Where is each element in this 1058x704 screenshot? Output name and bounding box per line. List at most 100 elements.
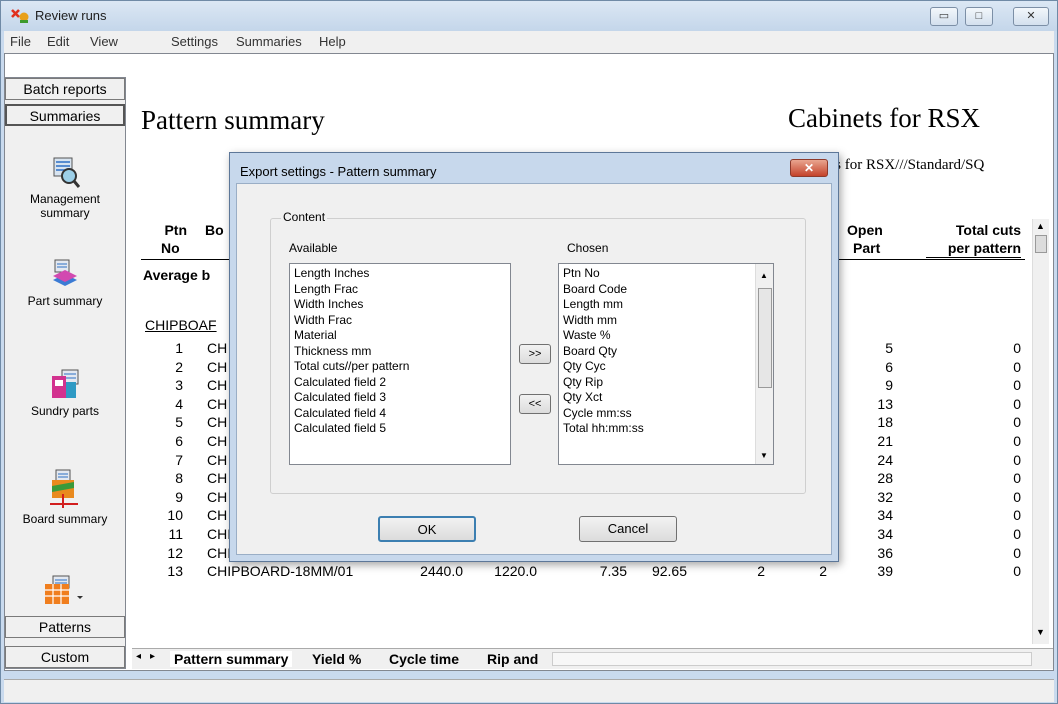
scroll-down-icon[interactable]: ▼ bbox=[760, 448, 768, 464]
row-open-part: 36 bbox=[877, 544, 893, 561]
row-number: 12 bbox=[167, 544, 183, 561]
title-bar: Review runs ▭ □ ✕ bbox=[1, 1, 1057, 31]
menu-settings[interactable]: Settings bbox=[171, 34, 218, 49]
col-board: Bo bbox=[205, 222, 224, 238]
scroll-thumb[interactable] bbox=[1035, 235, 1047, 253]
board-summary-icon bbox=[50, 469, 78, 508]
tab-cycle-time[interactable]: Cycle time bbox=[389, 651, 459, 667]
part-summary-icon bbox=[53, 259, 77, 286]
tab-rip-and[interactable]: Rip and bbox=[487, 651, 538, 667]
row-waste: 7.35 bbox=[599, 563, 627, 580]
row-board-code: CH bbox=[207, 433, 228, 449]
row-open-part: 34 bbox=[877, 507, 893, 524]
row-number: 4 bbox=[175, 395, 183, 412]
row-board-qty: 2 bbox=[757, 563, 765, 580]
row-total-cuts: 0 bbox=[1013, 414, 1021, 431]
dialog-title: Export settings - Pattern summary bbox=[240, 164, 437, 179]
scroll-down-icon[interactable]: ▼ bbox=[1036, 627, 1045, 637]
row-board-code: CH bbox=[207, 358, 228, 375]
available-item[interactable]: Total cuts//per pattern bbox=[294, 359, 506, 375]
row-number: 5 bbox=[175, 414, 183, 431]
sidebar-item-management-summary[interactable]: Management summary bbox=[5, 156, 125, 220]
maximize-button[interactable]: □ bbox=[965, 7, 993, 26]
chosen-scrollbar[interactable]: ▲ ▼ bbox=[755, 264, 773, 464]
close-window-button[interactable]: ✕ bbox=[1013, 7, 1049, 26]
chosen-item[interactable]: Qty Cyc bbox=[563, 359, 749, 375]
chosen-item[interactable]: Total hh:mm:ss bbox=[563, 421, 749, 437]
tab-pattern-summary[interactable]: Pattern summary bbox=[170, 651, 293, 667]
available-item[interactable]: Calculated field 3 bbox=[294, 390, 506, 406]
row-board-code: CH bbox=[207, 488, 228, 505]
minimize-button[interactable]: ▭ bbox=[930, 7, 958, 26]
cancel-button[interactable]: Cancel bbox=[579, 516, 677, 542]
batch-reports-button[interactable]: Batch reports bbox=[5, 78, 125, 100]
remove-button[interactable]: << bbox=[519, 394, 551, 414]
vertical-scrollbar[interactable]: ▲ ▼ bbox=[1032, 219, 1049, 644]
chosen-item[interactable]: Qty Xct bbox=[563, 390, 749, 406]
row-open-part: 5 bbox=[885, 340, 893, 356]
row-number: 1 bbox=[175, 340, 183, 356]
scroll-up-icon[interactable]: ▲ bbox=[760, 268, 768, 284]
tab-scroll-left-icon[interactable]: ◂ bbox=[136, 651, 141, 662]
row-board-code: CH bbox=[207, 377, 228, 394]
sundry-parts-icon bbox=[52, 369, 79, 398]
row-total-cuts: 0 bbox=[1013, 507, 1021, 524]
sidebar-item-sundry-parts[interactable]: Sundry parts bbox=[5, 368, 125, 418]
add-button[interactable]: >> bbox=[519, 344, 551, 364]
menu-summaries[interactable]: Summaries bbox=[236, 34, 302, 49]
row-total-cuts: 0 bbox=[1013, 433, 1021, 449]
available-item[interactable]: Material bbox=[294, 328, 506, 344]
col-no: No bbox=[161, 240, 180, 256]
horizontal-scrollbar[interactable] bbox=[552, 652, 1032, 666]
tab-scroll-right-icon[interactable]: ▸ bbox=[150, 651, 155, 662]
chosen-item[interactable]: Length mm bbox=[563, 297, 749, 313]
col-open: Open bbox=[847, 222, 883, 238]
available-item[interactable]: Length Inches bbox=[294, 266, 506, 282]
menu-view[interactable]: View bbox=[90, 34, 118, 49]
available-item[interactable]: Length Frac bbox=[294, 282, 506, 298]
row-board-code: CH bbox=[207, 340, 228, 356]
ok-button[interactable]: OK bbox=[378, 516, 476, 542]
chosen-item[interactable]: Board Qty bbox=[563, 344, 749, 360]
menu-edit[interactable]: Edit bbox=[47, 34, 69, 49]
dialog-close-button[interactable]: ✕ bbox=[790, 159, 828, 177]
row-number: 7 bbox=[175, 451, 183, 468]
menu-help[interactable]: Help bbox=[319, 34, 346, 49]
tab-yield[interactable]: Yield % bbox=[312, 651, 361, 667]
row-yield: 92.65 bbox=[651, 563, 687, 580]
sidebar-item-label: Management summary bbox=[29, 192, 101, 220]
sidebar-item-board-summary[interactable]: Board summary bbox=[5, 468, 125, 526]
chosen-item[interactable]: Cycle mm:ss bbox=[563, 406, 749, 422]
sidebar-item-patterns-grid[interactable] bbox=[5, 574, 125, 610]
available-item[interactable]: Width Frac bbox=[294, 313, 506, 329]
available-item[interactable]: Thickness mm bbox=[294, 344, 506, 360]
chosen-listbox[interactable]: ▲ ▼ Ptn No Board Code Length mm Width mm Was… bbox=[558, 263, 774, 465]
available-item[interactable]: Calculated field 4 bbox=[294, 406, 506, 422]
menu-file[interactable]: File bbox=[10, 34, 31, 49]
available-listbox[interactable]: Length Inches Length Frac Width Inches Widt… bbox=[289, 263, 511, 465]
col-part: Part bbox=[853, 240, 881, 256]
chosen-item[interactable]: Ptn No bbox=[563, 266, 749, 282]
sidebar-item-part-summary[interactable]: Part summary bbox=[5, 258, 125, 308]
chosen-item[interactable]: Board Code bbox=[563, 282, 749, 298]
row-total-cuts: 0 bbox=[1013, 470, 1021, 487]
scroll-thumb[interactable] bbox=[758, 288, 772, 388]
row-number: 3 bbox=[175, 377, 183, 394]
scroll-up-icon[interactable]: ▲ bbox=[1036, 221, 1045, 231]
row-number: 8 bbox=[175, 470, 183, 487]
row-number: 13 bbox=[167, 563, 183, 580]
row-open-part: 18 bbox=[877, 414, 893, 431]
row-open-part: 39 bbox=[877, 563, 893, 580]
patterns-button[interactable]: Patterns bbox=[5, 616, 125, 638]
available-item[interactable]: Width Inches bbox=[294, 297, 506, 313]
chosen-item[interactable]: Qty Rip bbox=[563, 375, 749, 391]
chosen-item[interactable]: Width mm bbox=[563, 313, 749, 329]
available-item[interactable]: Calculated field 5 bbox=[294, 421, 506, 437]
sidebar-item-label: Sundry parts bbox=[30, 404, 100, 418]
custom-button[interactable]: Custom bbox=[5, 646, 125, 668]
summaries-button[interactable]: Summaries bbox=[5, 104, 125, 126]
available-item[interactable]: Calculated field 2 bbox=[294, 375, 506, 391]
row-board-code: CH bbox=[207, 507, 228, 524]
available-label: Available bbox=[289, 241, 338, 255]
chosen-item[interactable]: Waste % bbox=[563, 328, 749, 344]
